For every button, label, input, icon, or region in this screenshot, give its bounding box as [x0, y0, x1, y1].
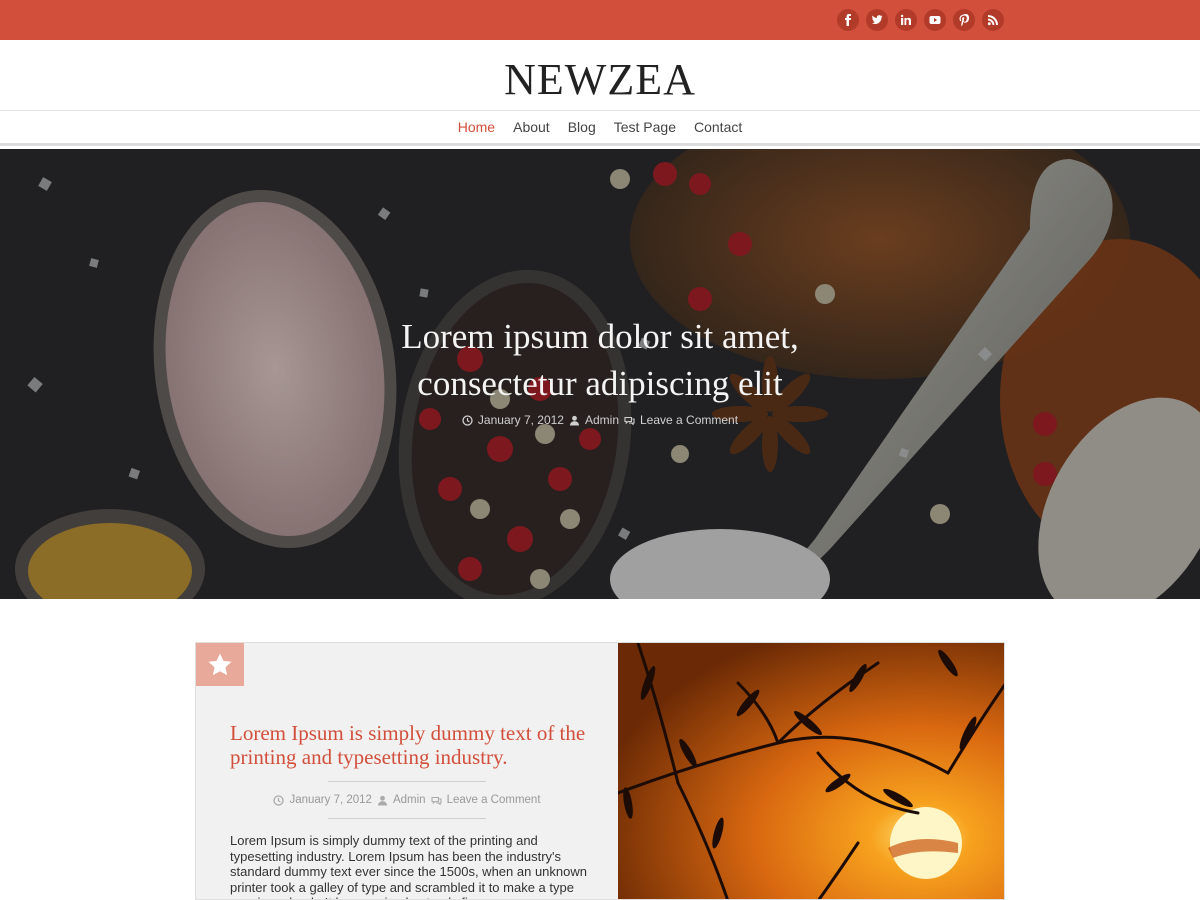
nav-item-home[interactable]: Home: [458, 119, 495, 135]
post-card: Lorem Ipsum is simply dummy text of the …: [195, 642, 1005, 900]
post-card-content: Lorem Ipsum is simply dummy text of the …: [196, 643, 618, 899]
user-icon: [569, 415, 579, 425]
star-icon: [208, 653, 232, 675]
hero-post-date[interactable]: January 7, 2012: [478, 413, 564, 427]
site-header: NEWZEA: [0, 40, 1200, 111]
top-bar: [0, 0, 1200, 40]
post-date[interactable]: January 7, 2012: [289, 794, 371, 806]
post-thumbnail[interactable]: [618, 643, 1004, 899]
comments-icon: [431, 796, 442, 806]
rss-icon[interactable]: [982, 9, 1004, 31]
post-comments-link[interactable]: Leave a Comment: [447, 794, 541, 806]
main-nav: Home About Blog Test Page Contact: [0, 111, 1200, 146]
title-divider-bottom: [328, 818, 486, 819]
twitter-icon[interactable]: [866, 9, 888, 31]
post-title[interactable]: Lorem Ipsum is simply dummy text of the …: [230, 721, 590, 769]
linkedin-icon[interactable]: [895, 9, 917, 31]
hero-title[interactable]: Lorem ipsum dolor sit amet, consectetur …: [300, 313, 900, 407]
hero-post-comments-link[interactable]: Leave a Comment: [640, 413, 738, 427]
post-meta: January 7, 2012 Admin Leave a Comment: [196, 794, 618, 806]
youtube-icon[interactable]: [924, 9, 946, 31]
nav-item-about[interactable]: About: [513, 119, 550, 135]
clock-icon: [462, 414, 473, 426]
nav-item-blog[interactable]: Blog: [568, 119, 596, 135]
hero-title-line1[interactable]: Lorem ipsum dolor sit amet,: [300, 313, 900, 360]
hero-post-meta: January 7, 2012 Admin Leave a Comment: [300, 413, 900, 427]
nav-item-test-page[interactable]: Test Page: [614, 119, 676, 135]
featured-badge: [196, 643, 244, 686]
hero-banner: Lorem ipsum dolor sit amet, consectetur …: [0, 149, 1200, 599]
user-icon: [377, 795, 387, 805]
facebook-icon[interactable]: [837, 9, 859, 31]
hero-title-line2[interactable]: consectetur adipiscing elit: [300, 360, 900, 407]
post-author[interactable]: Admin: [393, 794, 426, 806]
pinterest-icon[interactable]: [953, 9, 975, 31]
hero-post-author[interactable]: Admin: [585, 413, 619, 427]
clock-icon: [273, 794, 285, 806]
nav-item-contact[interactable]: Contact: [694, 119, 742, 135]
social-links: [837, 9, 1004, 31]
comments-icon: [624, 416, 635, 426]
sunset-branches-image: [618, 643, 1004, 899]
title-divider-top: [328, 781, 486, 782]
site-logo[interactable]: NEWZEA: [0, 54, 1200, 105]
post-excerpt: Lorem Ipsum is simply dummy text of the …: [230, 833, 587, 899]
